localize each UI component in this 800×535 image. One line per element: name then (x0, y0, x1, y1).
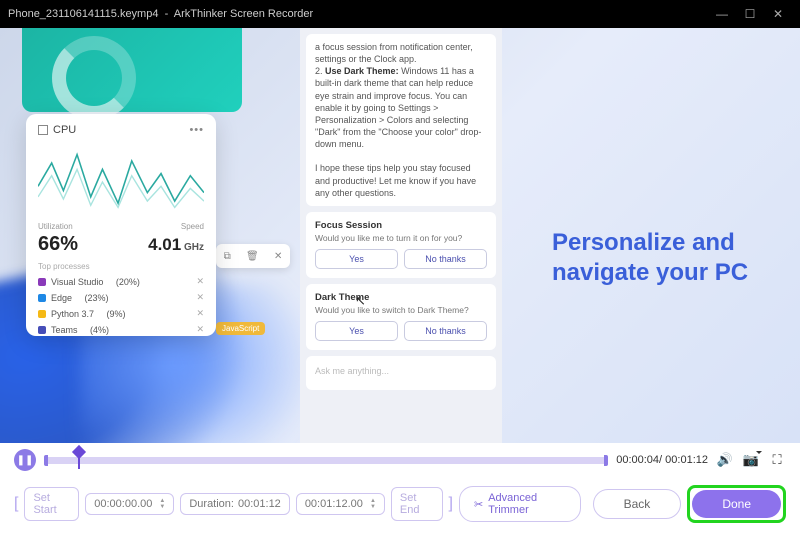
cursor-icon: ↖ (355, 293, 366, 309)
promo-headline: Personalize and navigate your PC (552, 228, 772, 288)
copy-icon: ⧉ (224, 251, 231, 262)
suggestion-card-dark: Dark Theme Would you like to switch to D… (306, 284, 496, 350)
yes-button[interactable]: Yes (315, 249, 398, 269)
close-icon: ✕ (196, 324, 204, 335)
cpu-speed-label: Speed (181, 222, 204, 231)
card-subtitle: Would you like me to turn it on for you? (315, 233, 487, 243)
advanced-trimmer-button[interactable]: ✂Advanced Trimmer (459, 486, 581, 522)
process-icon (38, 326, 46, 334)
card-title: Dark Theme (315, 292, 487, 303)
cpu-title: CPU (53, 124, 76, 136)
chat-input[interactable]: Ask me anything... (306, 356, 496, 390)
seek-thumb[interactable] (78, 451, 80, 469)
duration-field[interactable]: Duration:00:01:12 (180, 493, 289, 515)
widget-tile (22, 28, 242, 112)
video-preview: ⧉ 🗑 ✕ JavaScript CPU ••• Utilization Spe… (0, 28, 800, 443)
language-chip: JavaScript (216, 322, 265, 335)
process-row: Edge (23%)✕ (38, 292, 204, 303)
process-row: Visual Studio (20%)✕ (38, 276, 204, 287)
done-highlight: Done (687, 485, 786, 523)
volume-icon[interactable]: 🔊 (716, 452, 734, 468)
fullscreen-icon[interactable]: ⛶ (768, 452, 786, 468)
pause-button[interactable]: ❚❚ (14, 449, 36, 471)
close-icon: ✕ (196, 276, 204, 287)
process-icon (38, 294, 46, 302)
process-icon (38, 278, 46, 286)
cpu-chart (38, 144, 204, 218)
cpu-chip-icon (38, 125, 48, 135)
close-icon: ✕ (196, 292, 204, 303)
start-timecode[interactable]: 00:00:00.00▲▼ (85, 493, 174, 515)
cpu-widget: CPU ••• Utilization Speed 66% 4.01 GHz T… (26, 114, 216, 336)
set-start-button[interactable]: Set Start (24, 487, 79, 521)
titlebar: Phone_231106141115.keymp4 - ArkThinker S… (0, 0, 800, 28)
title-filename: Phone_231106141115.keymp4 (8, 8, 158, 20)
card-title: Focus Session (315, 220, 487, 231)
chat-message: a focus session from notification center… (306, 34, 496, 206)
set-end-button[interactable]: Set End (391, 487, 443, 521)
mini-toolbar: ⧉ 🗑 ✕ (216, 244, 290, 268)
seek-track[interactable] (44, 451, 608, 469)
no-button[interactable]: No thanks (404, 249, 487, 269)
suggestion-card-focus: Focus Session Would you like me to turn … (306, 212, 496, 278)
close-icon: ✕ (196, 308, 204, 319)
chat-panel: a focus session from notification center… (300, 28, 502, 443)
close-button[interactable]: ✕ (764, 7, 792, 21)
no-button[interactable]: No thanks (404, 321, 487, 341)
title-appname: ArkThinker Screen Recorder (174, 8, 313, 20)
maximize-button[interactable]: ☐ (736, 7, 764, 21)
process-row: Python 3.7 (9%)✕ (38, 308, 204, 319)
bracket-end-icon: ] (449, 495, 453, 513)
bracket-start-icon: [ (14, 495, 18, 513)
cpu-speed-value: 4.01 (148, 235, 181, 254)
cpu-util-label: Utilization (38, 222, 73, 231)
yes-button[interactable]: Yes (315, 321, 398, 341)
minimize-button[interactable]: — (708, 7, 736, 21)
scissors-icon: ✂ (474, 498, 483, 511)
done-button[interactable]: Done (692, 490, 781, 518)
close-icon: ✕ (274, 251, 282, 262)
process-row: Teams (4%)✕ (38, 324, 204, 335)
end-timecode[interactable]: 00:01:12.00▲▼ (296, 493, 385, 515)
cpu-speed-unit: GHz (184, 242, 204, 253)
more-icon: ••• (189, 124, 204, 136)
card-subtitle: Would you like to switch to Dark Theme? (315, 305, 487, 315)
top-processes-label: Top processes (38, 262, 204, 271)
cpu-util-value: 66% (38, 233, 78, 256)
snapshot-icon[interactable]: 📷 (742, 452, 760, 468)
back-button[interactable]: Back (593, 489, 682, 519)
process-icon (38, 310, 46, 318)
trash-icon: 🗑 (246, 251, 259, 262)
player-controls: ❚❚ 00:00:04/ 00:01:12 🔊 📷 ⛶ [ Set Start … (0, 443, 800, 535)
time-display: 00:00:04/ 00:01:12 (616, 454, 708, 466)
window-title: Phone_231106141115.keymp4 - ArkThinker S… (8, 8, 708, 20)
